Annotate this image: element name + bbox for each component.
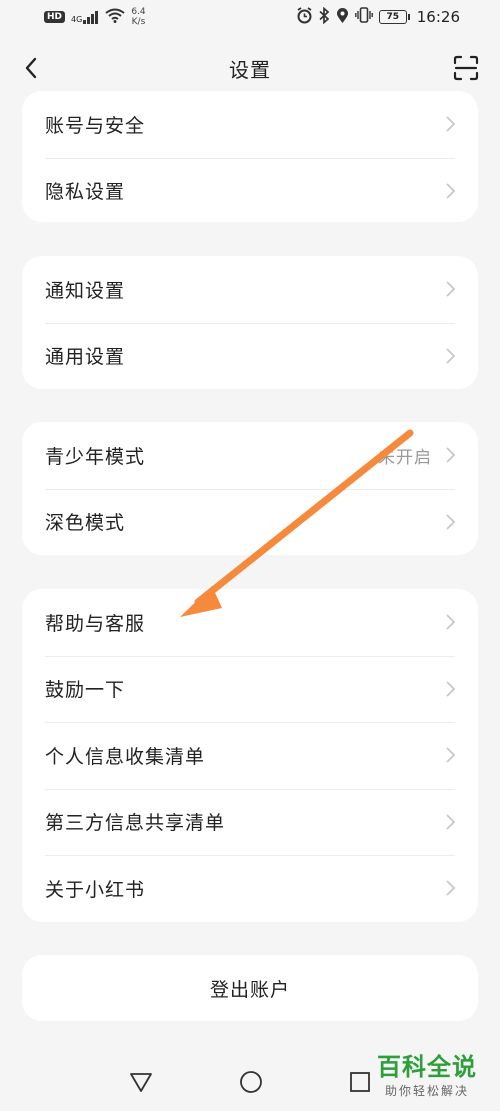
watermark-subtitle: 助你轻松解决 <box>384 1084 469 1098</box>
chevron-right-icon <box>446 281 456 297</box>
settings-item-label: 通用设置 <box>45 346 126 369</box>
settings-group-modes: 青少年模式 未开启 深色模式 <box>22 422 478 555</box>
watermark-logo: 百科全说 助你轻松解决 <box>372 1052 482 1099</box>
chevron-right-icon <box>446 814 456 830</box>
network-type-label: 4G <box>71 14 83 24</box>
settings-item-label: 关于小红书 <box>45 878 146 901</box>
settings-item-label: 账号与安全 <box>45 114 146 137</box>
settings-group-about: 帮助与客服 鼓励一下 个人信息收集清单 第三方信息共享清单 关于小红书 <box>22 589 478 922</box>
settings-group-account: 账号与安全 隐私设置 <box>22 91 478 222</box>
chevron-right-icon <box>446 183 456 199</box>
teen-mode-status: 未开启 <box>378 447 432 468</box>
chevron-right-icon <box>446 348 456 364</box>
logout-button[interactable]: 登出账户 <box>22 955 478 1021</box>
bluetooth-icon <box>319 6 330 28</box>
chevron-right-icon <box>446 681 456 697</box>
settings-item-notifications[interactable]: 通知设置 <box>22 256 478 323</box>
chevron-right-icon <box>446 614 456 630</box>
chevron-right-icon <box>446 447 456 463</box>
hd-badge: HD <box>44 11 66 23</box>
scan-icon <box>453 55 479 81</box>
settings-item-label: 隐私设置 <box>45 181 126 204</box>
signal-icon: 4G <box>71 10 99 24</box>
net-speed-value: 6.4 <box>131 7 146 17</box>
settings-item-account-security[interactable]: 账号与安全 <box>22 91 478 158</box>
settings-item-label: 帮助与客服 <box>45 612 146 635</box>
net-speed-unit: K/s <box>131 17 146 27</box>
chevron-right-icon <box>446 514 456 530</box>
back-triangle-icon[interactable] <box>129 1071 153 1093</box>
settings-item-help[interactable]: 帮助与客服 <box>22 589 478 656</box>
settings-item-label: 鼓励一下 <box>45 679 126 702</box>
watermark-title: 百科全说 <box>377 1053 477 1081</box>
clock: 16:26 <box>416 8 460 26</box>
alarm-icon <box>296 6 313 28</box>
status-left: HD 4G 6.4 K/s <box>44 7 146 27</box>
settings-item-privacy[interactable]: 隐私设置 <box>22 157 478 223</box>
status-bar: HD 4G 6.4 K/s 75 16:26 <box>0 0 500 34</box>
settings-item-label: 第三方信息共享清单 <box>45 812 226 835</box>
scan-button[interactable] <box>452 54 480 82</box>
settings-item-general[interactable]: 通用设置 <box>22 322 478 390</box>
back-button[interactable] <box>18 54 46 82</box>
page-title: 设置 <box>229 57 271 82</box>
settings-item-label: 青少年模式 <box>45 445 146 468</box>
settings-item-teen-mode[interactable]: 青少年模式 未开启 <box>22 422 478 489</box>
wifi-icon <box>105 8 125 27</box>
home-circle-icon[interactable] <box>239 1070 263 1094</box>
location-icon <box>336 7 349 28</box>
chevron-right-icon <box>446 747 456 763</box>
settings-item-about[interactable]: 关于小红书 <box>22 855 478 922</box>
net-speed: 6.4 K/s <box>131 7 145 27</box>
settings-item-label: 深色模式 <box>45 512 126 535</box>
settings-item-encourage[interactable]: 鼓励一下 <box>22 655 478 723</box>
recents-square-icon[interactable] <box>349 1071 371 1093</box>
settings-item-dark-mode[interactable]: 深色模式 <box>22 488 478 556</box>
settings-item-label: 通知设置 <box>45 279 126 302</box>
chevron-right-icon <box>446 880 456 896</box>
status-right: 75 16:26 <box>296 6 460 28</box>
chevron-left-icon <box>25 57 37 79</box>
settings-group-general: 通知设置 通用设置 <box>22 256 478 389</box>
battery-icon: 75 <box>378 10 410 24</box>
chevron-right-icon <box>446 116 456 132</box>
vibrate-icon <box>354 7 373 27</box>
settings-item-label: 个人信息收集清单 <box>45 745 206 768</box>
settings-item-third-party-list[interactable]: 第三方信息共享清单 <box>22 788 478 856</box>
settings-item-personal-info-list[interactable]: 个人信息收集清单 <box>22 722 478 789</box>
